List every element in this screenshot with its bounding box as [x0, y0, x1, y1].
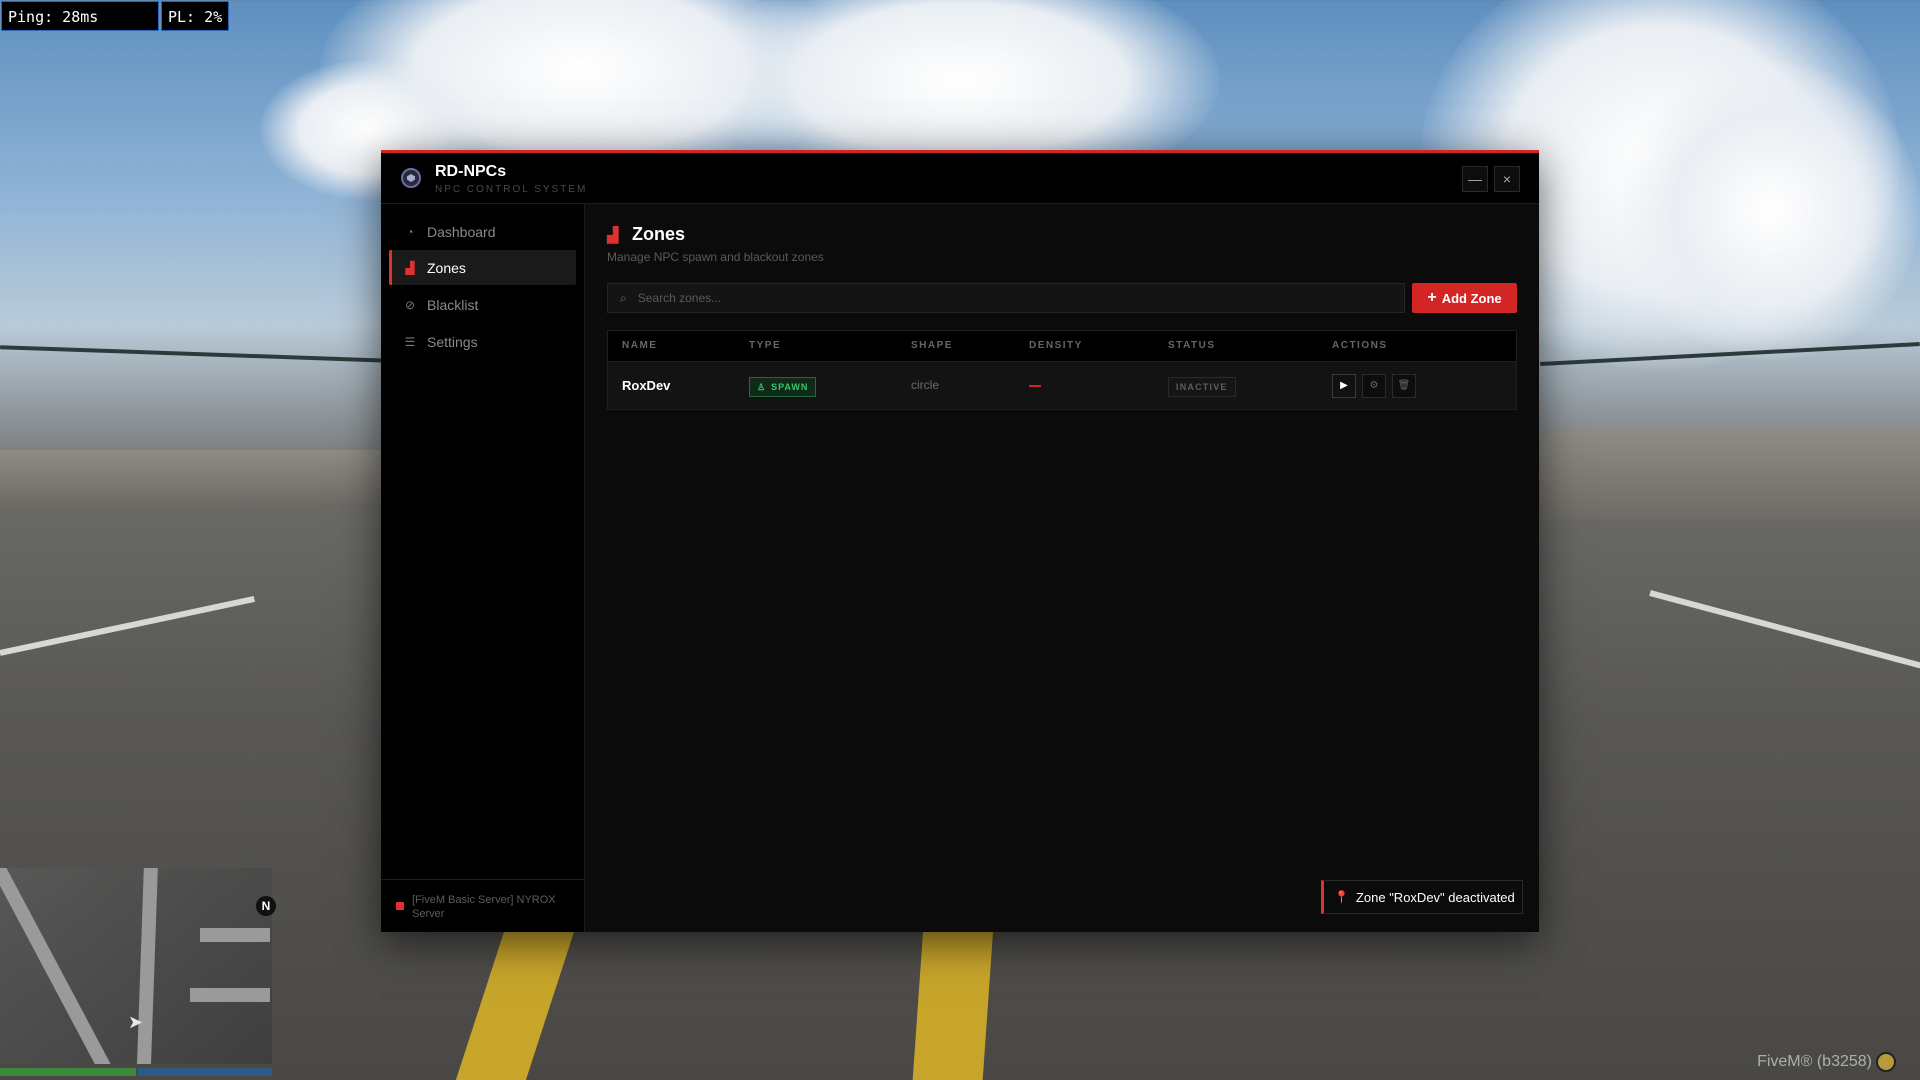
zones-table: NAME TYPE SHAPE DENSITY STATUS ACTIONS R… — [607, 330, 1517, 410]
cloud — [1620, 60, 1920, 360]
page-subtitle: Manage NPC spawn and blackout zones — [607, 250, 824, 264]
plus-icon: + — [1427, 289, 1437, 306]
sidebar-item-settings[interactable]: ☰ Settings — [389, 324, 576, 359]
npc-control-window: RD-NPCs NPC CONTROL SYSTEM — × ◔ Dashboa… — [381, 150, 1539, 932]
add-zone-label: Add Zone — [1441, 290, 1502, 306]
minimap-road — [135, 868, 159, 1064]
pin-icon: 📍 — [1334, 890, 1349, 904]
type-badge: ♙ SPAWN — [749, 377, 817, 397]
ping-indicator: Ping: 28ms — [1, 1, 159, 31]
minimap-road — [0, 868, 125, 1064]
status-badge: INACTIVE — [1168, 377, 1236, 397]
sidebar-item-label: Blacklist — [427, 296, 479, 313]
delete-zone-button[interactable]: 🗑 — [1392, 374, 1416, 398]
client-version-text: FiveM® (b3258) — [1757, 1053, 1872, 1071]
notification-toast: 📍 Zone "RoxDev" deactivated — [1321, 880, 1523, 914]
guard-rail-left — [0, 345, 390, 363]
minimap — [0, 868, 272, 1064]
sliders-icon: ☰ — [404, 334, 416, 349]
armor-bar — [138, 1068, 272, 1076]
sidebar-item-dashboard[interactable]: ◔ Dashboard — [389, 214, 576, 249]
activate-zone-button[interactable]: ▶ — [1332, 374, 1356, 398]
player-arrow-icon: ➤ — [128, 1012, 144, 1032]
minimize-button[interactable]: — — [1462, 166, 1488, 192]
close-button[interactable]: × — [1494, 166, 1520, 192]
zone-shape: circle — [911, 378, 940, 392]
zones-icon: ▟ — [607, 227, 619, 244]
table-row[interactable]: RoxDev ♙ SPAWN circle INACTIVE ▶ ⚙ 🗑 — [608, 362, 1516, 409]
play-icon: ▶ — [1340, 380, 1348, 391]
road-barrier-right — [1540, 430, 1920, 520]
map-marker-icon: ▟ — [405, 260, 415, 275]
compass-north: N — [256, 896, 276, 916]
search-input[interactable] — [635, 290, 1380, 306]
spawn-icon: ♙ — [757, 382, 767, 392]
search-box: ⌕ — [607, 283, 1405, 313]
app-subtitle: NPC CONTROL SYSTEM — [435, 184, 588, 195]
packet-loss-indicator: PL: 2% — [161, 1, 229, 31]
sidebar-item-label: Settings — [427, 333, 478, 350]
density-bar — [1029, 385, 1041, 387]
server-icon — [396, 902, 404, 910]
server-name: [FiveM Basic Server] NYROX Server — [412, 894, 556, 920]
main-content: ▟ Zones Manage NPC spawn and blackout zo… — [585, 204, 1539, 932]
sidebar-item-blacklist[interactable]: ⊘ Blacklist — [389, 287, 576, 322]
search-icon: ⌕ — [620, 290, 627, 305]
column-header-name: NAME — [622, 340, 658, 351]
fivem-logo-icon — [1876, 1052, 1896, 1072]
sidebar: ◔ Dashboard ▟ Zones ⊘ Blacklist ☰ Settin… — [381, 204, 585, 932]
gear-icon: ⚙ — [1369, 380, 1379, 391]
table-header: NAME TYPE SHAPE DENSITY STATUS ACTIONS — [608, 331, 1516, 362]
health-bar — [0, 1068, 136, 1076]
edit-zone-button[interactable]: ⚙ — [1362, 374, 1386, 398]
add-zone-button[interactable]: + Add Zone — [1412, 283, 1517, 313]
server-info: [FiveM Basic Server] NYROX Server — [381, 879, 584, 932]
sidebar-item-label: Dashboard — [427, 223, 496, 240]
title-bar: RD-NPCs NPC CONTROL SYSTEM — × — [381, 153, 1539, 204]
trash-icon: 🗑 — [1397, 380, 1411, 391]
app-title: RD-NPCs — [435, 163, 507, 180]
app-logo-icon — [401, 168, 421, 188]
column-header-density: DENSITY — [1029, 340, 1083, 351]
minimap-road — [200, 928, 270, 942]
toast-message: Zone "RoxDev" deactivated — [1355, 889, 1515, 905]
column-header-shape: SHAPE — [911, 340, 953, 351]
sidebar-item-zones[interactable]: ▟ Zones — [389, 250, 576, 285]
sidebar-item-label: Zones — [427, 259, 466, 276]
ban-icon: ⊘ — [404, 297, 416, 312]
type-label: SPAWN — [771, 382, 809, 392]
column-header-actions: ACTIONS — [1332, 340, 1388, 351]
road-barrier-left — [0, 450, 390, 505]
client-version: FiveM® (b3258) — [1757, 1052, 1896, 1072]
page-title: Zones — [632, 224, 686, 244]
zone-name: RoxDev — [622, 378, 671, 393]
gauge-icon: ◔ — [406, 224, 414, 239]
column-header-type: TYPE — [749, 340, 782, 351]
minimap-road — [190, 988, 270, 1002]
column-header-status: STATUS — [1168, 340, 1216, 351]
